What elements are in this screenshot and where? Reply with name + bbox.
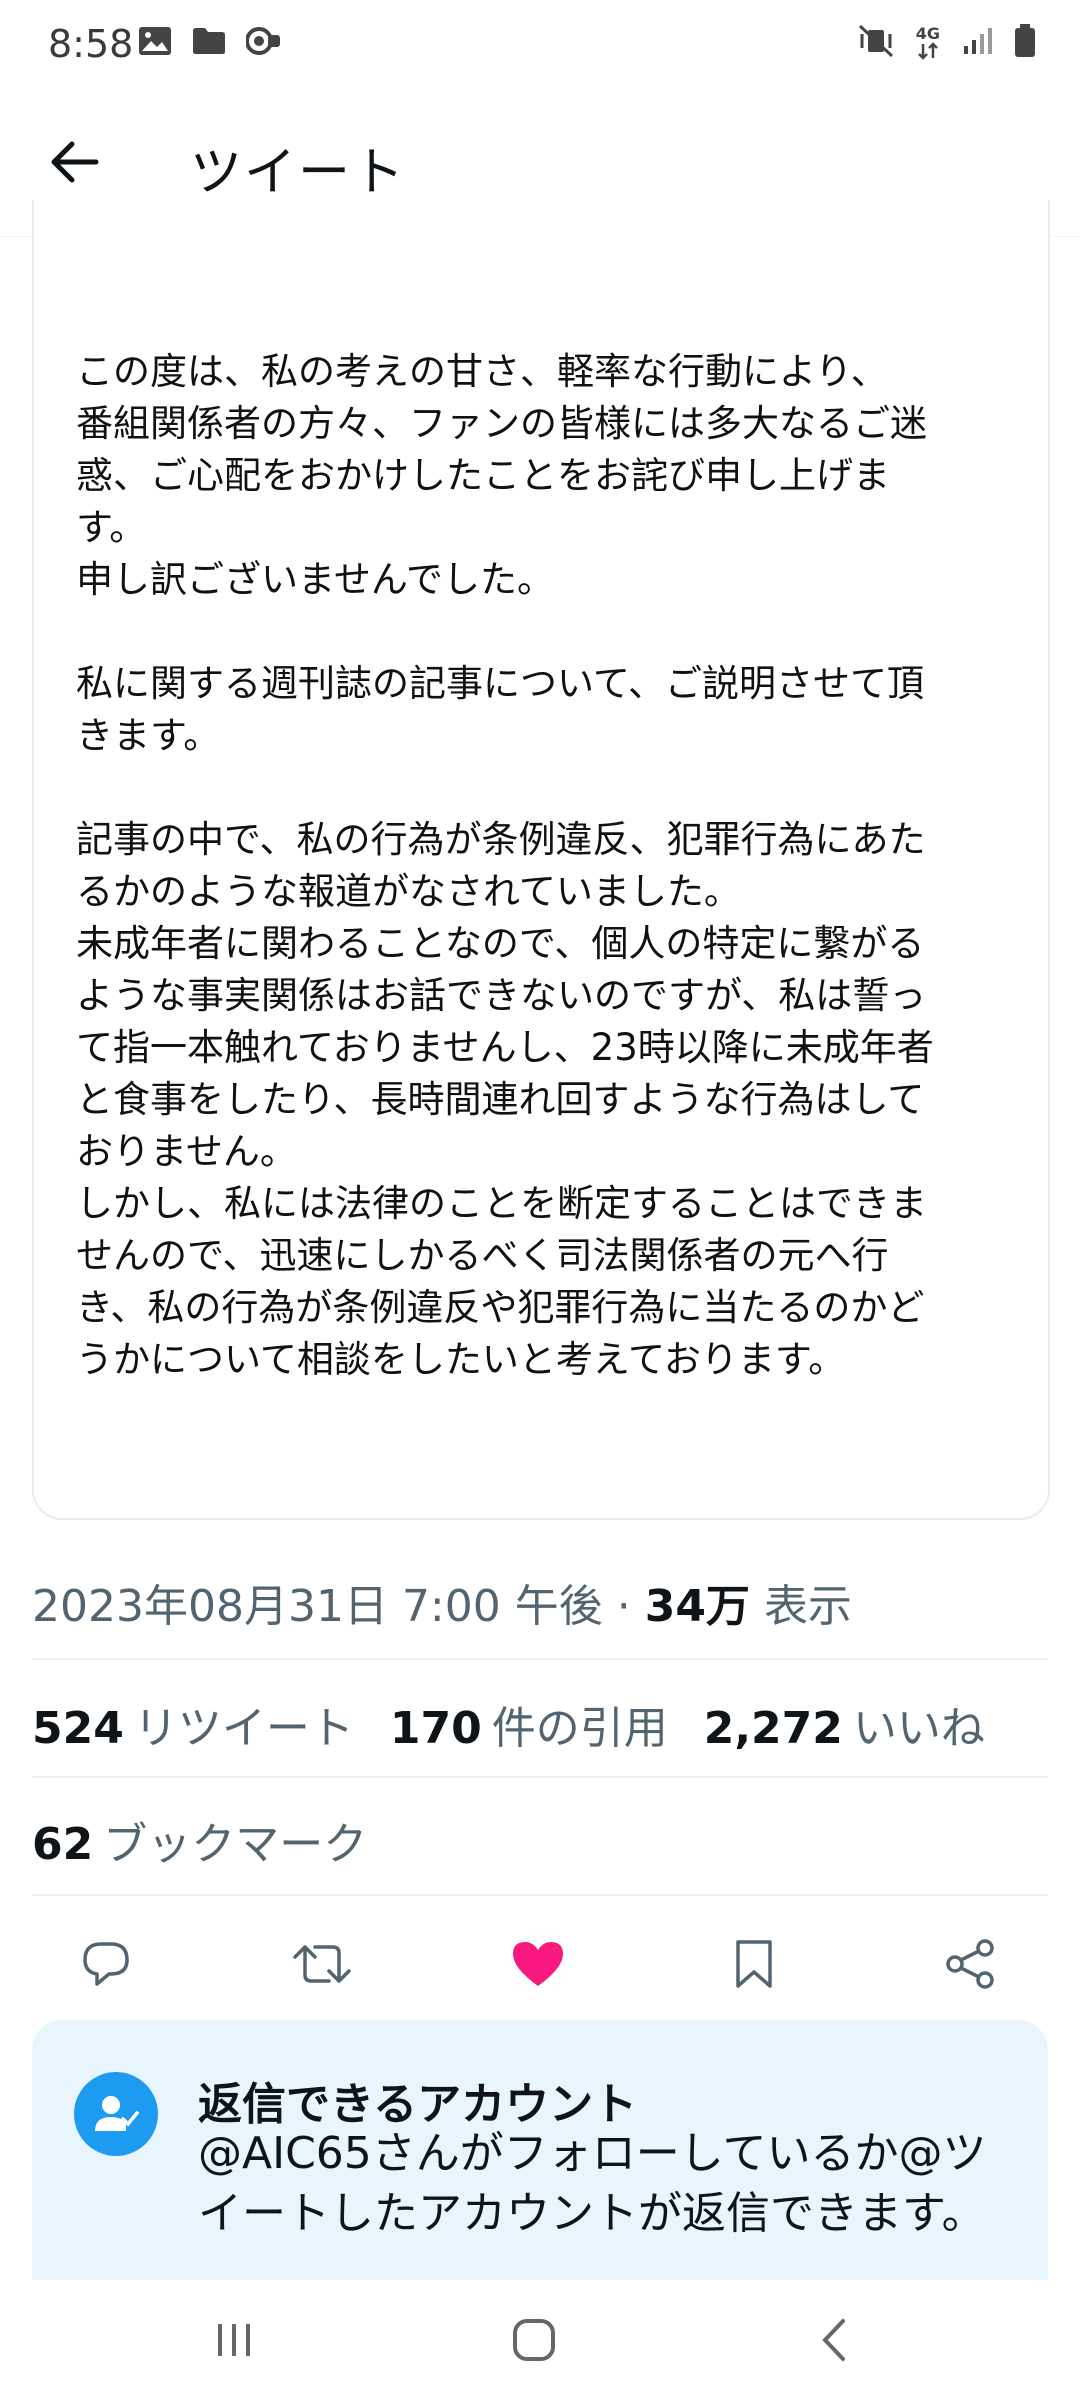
retweets-stat[interactable]: 524 リツイート (32, 1692, 354, 1756)
battery-icon (1014, 24, 1036, 62)
page-title: ツイート (190, 143, 407, 203)
tweet-detail-screen: 8:58 4G ツイート この度は、私の考えの甘さ、軽率な行動により、 番組関係… (0, 0, 1080, 2400)
cast-icon (245, 26, 282, 60)
back-nav-button[interactable] (794, 2310, 874, 2370)
system-nav-bar (0, 2280, 1080, 2400)
bookmarks-label: ブックマーク (103, 1819, 368, 1870)
folder-icon (192, 27, 226, 59)
tweet-meta: 2023年08月31日 7:00 午後 · 34万 表示 (32, 1570, 852, 1634)
status-time: 8:58 (48, 22, 134, 66)
engagement-stats: 524 リツイート 170 件の引用 2,272 いいね (32, 1692, 985, 1756)
retweets-label: リツイート (133, 1703, 354, 1754)
bookmark-button[interactable] (724, 1934, 784, 1994)
status-bar: 8:58 4G (0, 0, 1080, 92)
image-icon (138, 26, 172, 60)
4g-data-icon: 4G (916, 26, 940, 60)
views-count: 34万 (644, 1581, 750, 1632)
mute-vibrate-icon (858, 24, 894, 62)
arrow-left-icon (51, 141, 99, 183)
user-check-icon (74, 2072, 158, 2156)
tweet-datetime[interactable]: 2023年08月31日 7:00 午後 (32, 1581, 603, 1632)
tweet-image-card[interactable]: この度は、私の考えの甘さ、軽率な行動により、 番組関係者の方々、ファンの皆様には… (32, 200, 1050, 1520)
back-icon (822, 2319, 845, 2361)
quotes-count: 170 (389, 1703, 482, 1754)
quotes-stat[interactable]: 170 件の引用 (390, 1692, 668, 1756)
divider (32, 1894, 1048, 1896)
tweet-actions (0, 1914, 1080, 2006)
retweet-icon (293, 1945, 351, 1983)
divider (32, 1776, 1048, 1778)
bookmark-icon (736, 1940, 772, 1988)
home-button[interactable] (494, 2310, 574, 2370)
statement-text: この度は、私の考えの甘さ、軽率な行動により、 番組関係者の方々、ファンの皆様には… (76, 346, 1016, 1386)
retweet-button[interactable] (292, 1934, 352, 1994)
status-right-icons: 4G (858, 24, 1036, 62)
status-left-icons (138, 26, 282, 60)
reply-icon (83, 1942, 129, 1986)
bookmarks-stat[interactable]: 62 ブックマーク (32, 1808, 367, 1872)
retweets-count: 524 (32, 1703, 124, 1754)
quotes-label: 件の引用 (491, 1703, 668, 1754)
views-label: 表示 (763, 1581, 852, 1632)
signal-icon (962, 26, 992, 60)
back-button[interactable] (42, 130, 106, 194)
home-icon (513, 2319, 555, 2361)
reply-card-title: 返信できるアカウント (198, 2079, 638, 2130)
like-button[interactable] (508, 1934, 568, 1994)
statement-paragraph-1: この度は、私の考えの甘さ、軽率な行動により、 番組関係者の方々、ファンの皆様には… (76, 350, 927, 601)
statement-paragraph-3: 記事の中で、私の行為が条例違反、犯罪行為にあた るかのような報道がなされていまし… (76, 818, 934, 1381)
share-icon (946, 1939, 994, 1989)
meta-separator: · (602, 1581, 645, 1632)
likes-count: 2,272 (703, 1703, 843, 1754)
like-icon (513, 1942, 563, 1986)
bookmarks-count: 62 (32, 1819, 94, 1870)
likes-label: いいね (852, 1703, 985, 1754)
likes-stat[interactable]: 2,272 いいね (704, 1692, 985, 1756)
reply-card-description: @AIC65さんがフォローしているか@ツイートしたアカウントが返信できます。 (198, 2128, 987, 2239)
network-label: 4G (915, 24, 940, 43)
statement-paragraph-2: 私に関する週刊誌の記事について、ご説明させて頂 きます。 (76, 662, 925, 757)
recents-button[interactable] (194, 2310, 274, 2370)
recents-icon (218, 2324, 250, 2356)
reply-button[interactable] (76, 1934, 136, 1994)
reply-restriction-card: 返信できるアカウント @AIC65さんがフォローしているか@ツイートしたアカウン… (32, 2020, 1048, 2280)
divider (32, 1658, 1048, 1660)
share-button[interactable] (940, 1934, 1000, 1994)
